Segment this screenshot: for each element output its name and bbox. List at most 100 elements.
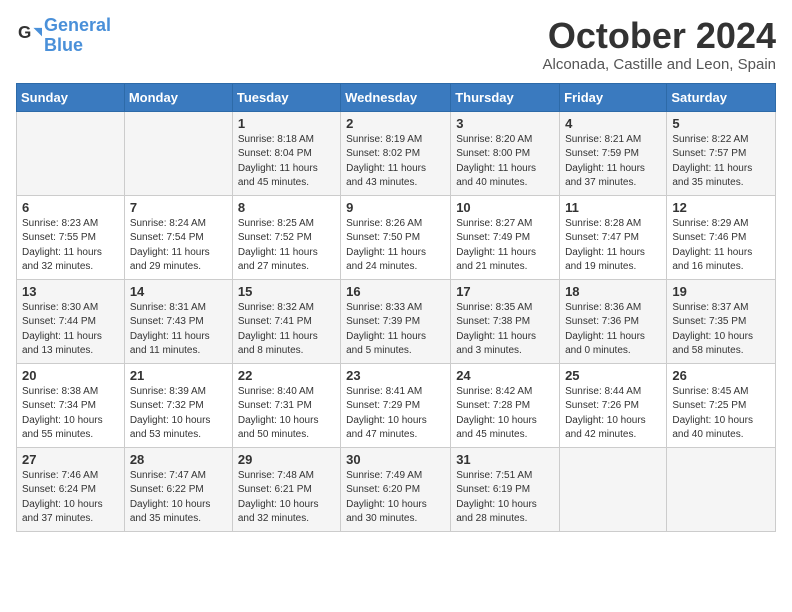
calendar-cell	[124, 111, 232, 195]
day-number: 22	[238, 368, 335, 383]
day-info: Sunrise: 8:21 AM Sunset: 7:59 PM Dayligh…	[565, 133, 661, 191]
calendar-week-row: 1 Sunrise: 8:18 AM Sunset: 8:04 PM Daylig…	[17, 111, 776, 195]
calendar-cell: 29 Sunrise: 7:48 AM Sunset: 6:21 PM Dayli…	[232, 447, 340, 531]
day-number: 15	[238, 284, 335, 299]
calendar-cell: 6 Sunrise: 8:23 AM Sunset: 7:55 PM Daylig…	[17, 195, 125, 279]
day-info: Sunrise: 7:47 AM Sunset: 6:22 PM Dayligh…	[130, 469, 227, 527]
calendar-cell: 7Sunrise: 8:24 AM Sunset: 7:54 PM Daylig…	[124, 195, 232, 279]
day-number: 21	[130, 368, 227, 383]
day-info: Sunrise: 8:44 AM Sunset: 7:26 PM Dayligh…	[565, 385, 661, 443]
calendar-table: SundayMondayTuesdayWednesdayThursdayFrid…	[16, 83, 776, 532]
calendar-cell: 21Sunrise: 8:39 AM Sunset: 7:32 PM Dayli…	[124, 363, 232, 447]
day-number: 16	[346, 284, 445, 299]
day-info: Sunrise: 7:51 AM Sunset: 6:19 PM Dayligh…	[456, 469, 554, 527]
day-info: Sunrise: 8:25 AM Sunset: 7:52 PM Dayligh…	[238, 217, 335, 275]
col-header-friday: Friday	[560, 83, 667, 111]
day-info: Sunrise: 8:28 AM Sunset: 7:47 PM Dayligh…	[565, 217, 661, 275]
day-info: Sunrise: 8:33 AM Sunset: 7:39 PM Dayligh…	[346, 301, 445, 359]
day-number: 18	[565, 284, 661, 299]
day-number: 14	[130, 284, 227, 299]
day-info: Sunrise: 8:32 AM Sunset: 7:41 PM Dayligh…	[238, 301, 335, 359]
day-info: Sunrise: 8:37 AM Sunset: 7:35 PM Dayligh…	[672, 301, 770, 359]
calendar-cell: 4 Sunrise: 8:21 AM Sunset: 7:59 PM Daylig…	[560, 111, 667, 195]
col-header-monday: Monday	[124, 83, 232, 111]
day-number: 27	[22, 452, 119, 467]
day-info: Sunrise: 8:24 AM Sunset: 7:54 PM Dayligh…	[130, 217, 227, 275]
calendar-cell: 12 Sunrise: 8:29 AM Sunset: 7:46 PM Dayli…	[667, 195, 776, 279]
calendar-cell: 3 Sunrise: 8:20 AM Sunset: 8:00 PM Daylig…	[451, 111, 560, 195]
day-info: Sunrise: 8:29 AM Sunset: 7:46 PM Dayligh…	[672, 217, 770, 275]
day-info: Sunrise: 7:49 AM Sunset: 6:20 PM Dayligh…	[346, 469, 445, 527]
day-number: 31	[456, 452, 554, 467]
calendar-cell: 27 Sunrise: 7:46 AM Sunset: 6:24 PM Dayli…	[17, 447, 125, 531]
day-number: 2	[346, 116, 445, 131]
day-info: Sunrise: 8:41 AM Sunset: 7:29 PM Dayligh…	[346, 385, 445, 443]
col-header-thursday: Thursday	[451, 83, 560, 111]
day-info: Sunrise: 8:36 AM Sunset: 7:36 PM Dayligh…	[565, 301, 661, 359]
calendar-cell: 26 Sunrise: 8:45 AM Sunset: 7:25 PM Dayli…	[667, 363, 776, 447]
day-info: Sunrise: 8:31 AM Sunset: 7:43 PM Dayligh…	[130, 301, 227, 359]
day-number: 12	[672, 200, 770, 215]
col-header-saturday: Saturday	[667, 83, 776, 111]
day-number: 1	[238, 116, 335, 131]
day-info: Sunrise: 7:48 AM Sunset: 6:21 PM Dayligh…	[238, 469, 335, 527]
month-title: October 2024	[543, 16, 777, 56]
calendar-week-row: 13Sunrise: 8:30 AM Sunset: 7:44 PM Dayli…	[17, 279, 776, 363]
calendar-cell: 1 Sunrise: 8:18 AM Sunset: 8:04 PM Daylig…	[232, 111, 340, 195]
calendar-cell: 15 Sunrise: 8:32 AM Sunset: 7:41 PM Dayli…	[232, 279, 340, 363]
day-info: Sunrise: 8:27 AM Sunset: 7:49 PM Dayligh…	[456, 217, 554, 275]
page-header: G General Blue October 2024 Alconada, Ca…	[16, 16, 776, 73]
day-info: Sunrise: 8:35 AM Sunset: 7:38 PM Dayligh…	[456, 301, 554, 359]
calendar-cell	[560, 447, 667, 531]
calendar-cell: 16 Sunrise: 8:33 AM Sunset: 7:39 PM Dayli…	[341, 279, 451, 363]
day-number: 24	[456, 368, 554, 383]
day-number: 23	[346, 368, 445, 383]
location: Alconada, Castille and Leon, Spain	[543, 56, 777, 73]
calendar-week-row: 20Sunrise: 8:38 AM Sunset: 7:34 PM Dayli…	[17, 363, 776, 447]
day-info: Sunrise: 8:19 AM Sunset: 8:02 PM Dayligh…	[346, 133, 445, 191]
calendar-cell: 18 Sunrise: 8:36 AM Sunset: 7:36 PM Dayli…	[560, 279, 667, 363]
logo-icon: G	[18, 21, 42, 45]
day-number: 8	[238, 200, 335, 215]
day-info: Sunrise: 8:20 AM Sunset: 8:00 PM Dayligh…	[456, 133, 554, 191]
svg-text:G: G	[18, 22, 31, 42]
day-number: 6	[22, 200, 119, 215]
calendar-cell: 11 Sunrise: 8:28 AM Sunset: 7:47 PM Dayli…	[560, 195, 667, 279]
col-header-tuesday: Tuesday	[232, 83, 340, 111]
day-info: Sunrise: 8:18 AM Sunset: 8:04 PM Dayligh…	[238, 133, 335, 191]
day-number: 17	[456, 284, 554, 299]
day-number: 13	[22, 284, 119, 299]
day-info: Sunrise: 7:46 AM Sunset: 6:24 PM Dayligh…	[22, 469, 119, 527]
day-number: 29	[238, 452, 335, 467]
col-header-sunday: Sunday	[17, 83, 125, 111]
day-number: 11	[565, 200, 661, 215]
day-number: 10	[456, 200, 554, 215]
calendar-cell: 31 Sunrise: 7:51 AM Sunset: 6:19 PM Dayli…	[451, 447, 560, 531]
day-info: Sunrise: 8:22 AM Sunset: 7:57 PM Dayligh…	[672, 133, 770, 191]
calendar-cell: 23 Sunrise: 8:41 AM Sunset: 7:29 PM Dayli…	[341, 363, 451, 447]
calendar-cell: 14 Sunrise: 8:31 AM Sunset: 7:43 PM Dayli…	[124, 279, 232, 363]
day-number: 4	[565, 116, 661, 131]
calendar-cell: 10 Sunrise: 8:27 AM Sunset: 7:49 PM Dayli…	[451, 195, 560, 279]
calendar-cell: 25 Sunrise: 8:44 AM Sunset: 7:26 PM Dayli…	[560, 363, 667, 447]
day-number: 3	[456, 116, 554, 131]
calendar-cell: 9Sunrise: 8:26 AM Sunset: 7:50 PM Daylig…	[341, 195, 451, 279]
title-block: October 2024 Alconada, Castille and Leon…	[543, 16, 777, 73]
day-info: Sunrise: 8:26 AM Sunset: 7:50 PM Dayligh…	[346, 217, 445, 275]
day-number: 5	[672, 116, 770, 131]
day-number: 25	[565, 368, 661, 383]
logo-text: General Blue	[44, 16, 111, 56]
calendar-cell: 13Sunrise: 8:30 AM Sunset: 7:44 PM Dayli…	[17, 279, 125, 363]
calendar-cell: 20Sunrise: 8:38 AM Sunset: 7:34 PM Dayli…	[17, 363, 125, 447]
calendar-cell	[667, 447, 776, 531]
calendar-week-row: 27 Sunrise: 7:46 AM Sunset: 6:24 PM Dayli…	[17, 447, 776, 531]
calendar-cell: 17 Sunrise: 8:35 AM Sunset: 7:38 PM Dayli…	[451, 279, 560, 363]
day-info: Sunrise: 8:40 AM Sunset: 7:31 PM Dayligh…	[238, 385, 335, 443]
calendar-cell: 22 Sunrise: 8:40 AM Sunset: 7:31 PM Dayli…	[232, 363, 340, 447]
calendar-cell: 8 Sunrise: 8:25 AM Sunset: 7:52 PM Daylig…	[232, 195, 340, 279]
day-info: Sunrise: 8:42 AM Sunset: 7:28 PM Dayligh…	[456, 385, 554, 443]
day-info: Sunrise: 8:45 AM Sunset: 7:25 PM Dayligh…	[672, 385, 770, 443]
day-number: 26	[672, 368, 770, 383]
day-info: Sunrise: 8:23 AM Sunset: 7:55 PM Dayligh…	[22, 217, 119, 275]
day-number: 20	[22, 368, 119, 383]
